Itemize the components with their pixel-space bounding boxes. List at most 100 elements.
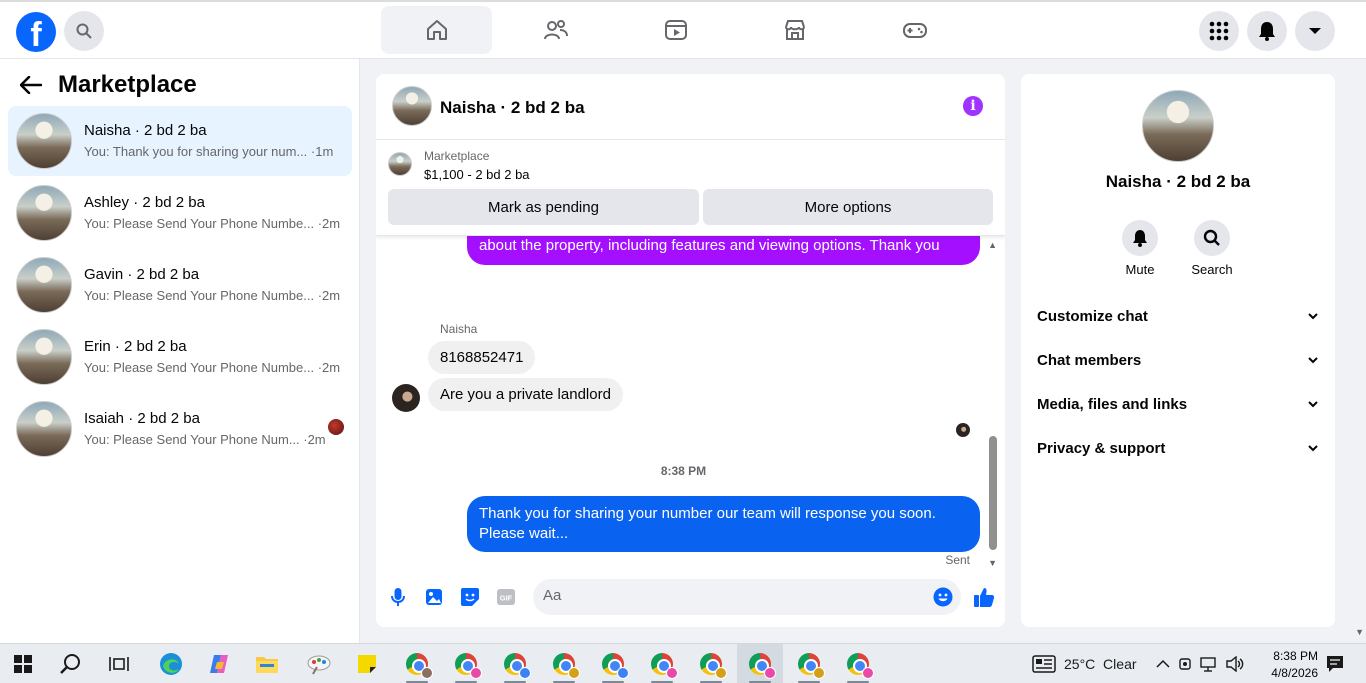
caret-down-icon bbox=[1309, 28, 1321, 34]
message-scrollbar[interactable]: ▲ ▼ bbox=[987, 236, 997, 570]
conversation-thumbnail bbox=[16, 113, 72, 169]
more-options-button[interactable]: More options bbox=[703, 189, 993, 225]
weather-widget[interactable]: 25°C Clear bbox=[1032, 644, 1137, 683]
search-button[interactable] bbox=[64, 11, 104, 51]
customize-chat-section[interactable]: Customize chat bbox=[1029, 294, 1327, 338]
chat-bubble-icon bbox=[1327, 656, 1343, 672]
chrome-window-button[interactable] bbox=[688, 644, 734, 683]
chrome-window-button[interactable] bbox=[590, 644, 636, 683]
start-button[interactable] bbox=[0, 644, 46, 683]
conversation-snippet: You: Please Send Your Phone Numbe... ·2m bbox=[84, 288, 341, 303]
notification-center-button[interactable] bbox=[1312, 644, 1358, 683]
section-label: Customize chat bbox=[1037, 307, 1148, 325]
sticker-icon[interactable] bbox=[460, 587, 480, 607]
task-view-icon bbox=[109, 657, 129, 671]
details-name: Naisha · 2 bd 2 ba bbox=[1105, 172, 1251, 191]
chrome-icon bbox=[455, 653, 482, 679]
chrome-window-button[interactable] bbox=[394, 644, 440, 683]
taskbar-search-button[interactable] bbox=[48, 644, 94, 683]
conversation-item[interactable]: Naisha · 2 bd 2 ba You: Thank you for sh… bbox=[8, 106, 352, 176]
chat-avatar[interactable] bbox=[392, 86, 432, 126]
chevron-up-icon[interactable] bbox=[1156, 659, 1170, 669]
nav-tab-home[interactable] bbox=[381, 6, 492, 54]
file-explorer-button[interactable] bbox=[244, 644, 290, 683]
chrome-window-button[interactable] bbox=[639, 644, 685, 683]
conversation-thumbnail bbox=[16, 185, 72, 241]
page-scroll-down-arrow-icon[interactable]: ▼ bbox=[1355, 627, 1364, 637]
nav-tab-watch[interactable] bbox=[620, 6, 731, 54]
system-clock[interactable]: 8:38 PM 4/8/2026 bbox=[1271, 648, 1318, 682]
chrome-window-button[interactable] bbox=[786, 644, 832, 683]
outgoing-message: Thank you for sharing your number our te… bbox=[467, 496, 980, 552]
search-icon bbox=[76, 23, 92, 39]
svg-text:GIF: GIF bbox=[500, 594, 513, 603]
chrome-window-button[interactable] bbox=[443, 644, 489, 683]
mute-button[interactable]: Mute bbox=[1110, 220, 1170, 277]
scroll-up-arrow-icon[interactable]: ▲ bbox=[988, 240, 997, 250]
media-files-links-section[interactable]: Media, files and links bbox=[1029, 382, 1327, 426]
conversation-thumbnail bbox=[16, 401, 72, 457]
scrollbar-thumb[interactable] bbox=[989, 436, 997, 550]
conversation-name: Erin · 2 bd 2 ba bbox=[84, 338, 187, 355]
gif-icon[interactable]: GIF bbox=[496, 587, 516, 607]
notifications-button[interactable] bbox=[1247, 11, 1287, 51]
microphone-icon[interactable] bbox=[388, 587, 408, 607]
back-arrow-icon[interactable] bbox=[20, 76, 42, 94]
photo-icon[interactable] bbox=[424, 587, 444, 607]
chrome-icon bbox=[651, 653, 678, 679]
friends-icon bbox=[543, 20, 568, 40]
conversation-thumbnail bbox=[16, 329, 72, 385]
chat-panel: Naisha · 2 bd 2 ba i Marketplace $1,100 … bbox=[376, 74, 1005, 627]
chrome-window-button[interactable] bbox=[835, 644, 881, 683]
volume-icon[interactable] bbox=[1226, 656, 1244, 672]
chevron-down-icon bbox=[1308, 401, 1318, 408]
chrome-icon bbox=[602, 653, 629, 679]
app-button[interactable] bbox=[296, 644, 342, 683]
chat-members-section[interactable]: Chat members bbox=[1029, 338, 1327, 382]
listing-thumbnail[interactable] bbox=[388, 152, 412, 176]
search-icon bbox=[60, 654, 80, 674]
search-in-chat-button[interactable]: Search bbox=[1182, 220, 1242, 277]
task-view-button[interactable] bbox=[96, 644, 142, 683]
read-receipt-avatar bbox=[956, 423, 970, 437]
nav-tab-friends[interactable] bbox=[500, 6, 611, 54]
emoji-icon[interactable] bbox=[933, 587, 953, 607]
chrome-window-button[interactable] bbox=[492, 644, 538, 683]
details-avatar[interactable] bbox=[1142, 90, 1214, 162]
camera-status-icon[interactable] bbox=[1178, 656, 1192, 672]
listing-title[interactable]: $1,100 - 2 bd 2 ba bbox=[424, 167, 530, 182]
message-status: Sent bbox=[945, 553, 970, 567]
network-icon[interactable] bbox=[1200, 656, 1218, 672]
nav-tab-marketplace[interactable] bbox=[739, 6, 850, 54]
home-icon bbox=[426, 20, 447, 40]
edge-browser-button[interactable] bbox=[148, 644, 194, 683]
info-icon[interactable]: i bbox=[963, 96, 983, 116]
search-label: Search bbox=[1191, 262, 1233, 277]
message-input[interactable] bbox=[543, 587, 913, 604]
clock-time: 8:38 PM bbox=[1273, 649, 1318, 663]
conversation-item[interactable]: Isaiah · 2 bd 2 ba You: Please Send Your… bbox=[8, 394, 352, 464]
copilot-button[interactable] bbox=[196, 644, 242, 683]
facebook-logo[interactable]: f bbox=[16, 12, 56, 52]
conversation-sidebar: Marketplace Naisha · 2 bd 2 ba You: Than… bbox=[0, 59, 360, 643]
sticky-notes-button[interactable] bbox=[344, 644, 390, 683]
sender-avatar[interactable] bbox=[392, 384, 420, 412]
account-button[interactable] bbox=[1295, 11, 1335, 51]
conversation-item[interactable]: Ashley · 2 bd 2 ba You: Please Send Your… bbox=[8, 178, 352, 248]
mark-as-pending-button[interactable]: Mark as pending bbox=[388, 189, 699, 225]
conversation-item[interactable]: Gavin · 2 bd 2 ba You: Please Send Your … bbox=[8, 250, 352, 320]
privacy-support-section[interactable]: Privacy & support bbox=[1029, 426, 1327, 470]
conversation-item[interactable]: Erin · 2 bd 2 ba You: Please Send Your P… bbox=[8, 322, 352, 392]
bell-icon bbox=[1122, 220, 1158, 256]
menu-button[interactable] bbox=[1199, 11, 1239, 51]
conversation-snippet: You: Please Send Your Phone Numbe... ·2m bbox=[84, 216, 341, 231]
message-composer: GIF bbox=[376, 574, 1005, 627]
chrome-window-button[interactable] bbox=[541, 644, 587, 683]
scroll-down-arrow-icon[interactable]: ▼ bbox=[988, 558, 997, 568]
chrome-window-button[interactable] bbox=[737, 644, 783, 683]
thumbs-up-icon[interactable] bbox=[972, 585, 996, 609]
chat-title[interactable]: Naisha · 2 bd 2 ba bbox=[440, 98, 585, 118]
chrome-icon bbox=[749, 653, 776, 679]
nav-tab-gaming[interactable] bbox=[859, 6, 970, 54]
marketplace-label: Marketplace bbox=[424, 149, 490, 163]
